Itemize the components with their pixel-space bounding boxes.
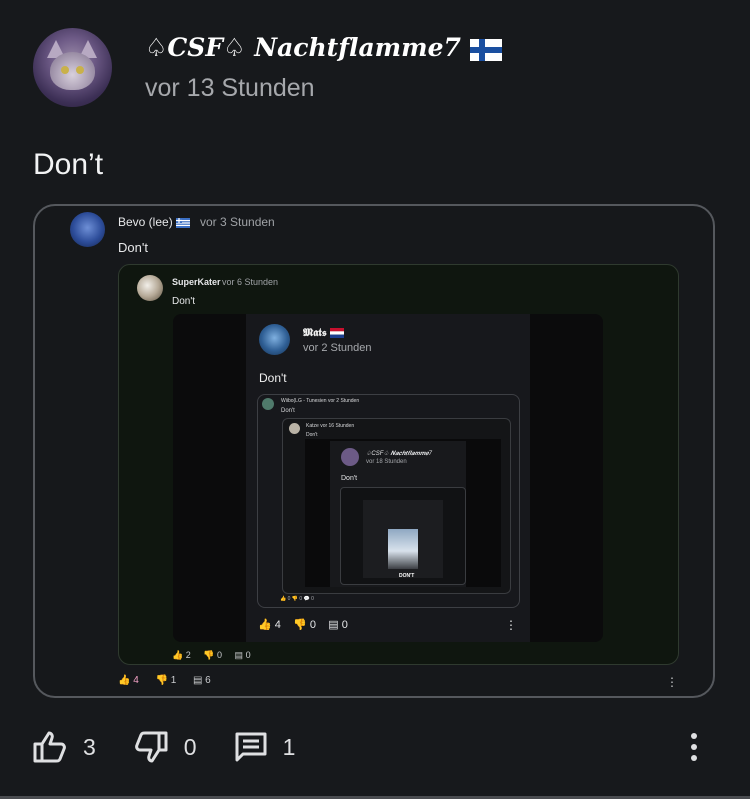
screenshot-deep-header: Katze vor 16 Stunden — [306, 423, 354, 429]
author-name-row[interactable]: ♤CSF♤ 𝑵𝒂𝒄𝒉𝒕𝒇𝒍𝒂𝒎𝒎𝒆7 — [145, 33, 502, 62]
embedded-action-row: 👍 4 👎 1 ▤ 6 — [118, 675, 211, 686]
nested-timestamp: vor 6 Stunden — [222, 277, 279, 287]
screenshot-deep-text: Don't — [306, 432, 318, 438]
screenshot-actions: 👍 4 👎 0 ▤ 0 — [258, 618, 348, 631]
nested-comment-count: 0 — [245, 650, 251, 660]
screenshot-nested-author: Wiibo(LG - Tunesien — [281, 398, 327, 404]
embedded-timestamp: vor 3 Stunden — [200, 215, 275, 229]
embedded-comment-count: 6 — [205, 675, 211, 686]
embedded-dislike-count: 1 — [170, 675, 177, 686]
author-name[interactable]: ♤CSF♤ 𝑵𝒂𝒄𝒉𝒕𝒇𝒍𝒂𝒎𝒎𝒆7 — [145, 33, 461, 62]
more-dot — [691, 733, 697, 739]
more-dot — [691, 744, 697, 750]
more-vert-icon[interactable]: ⋮ — [666, 675, 678, 689]
screenshot-deep-frame-text: Don't — [341, 475, 358, 482]
embedded-like-count: 4 — [133, 675, 139, 686]
thumbs-down-icon: 👎 — [293, 619, 307, 631]
embedded-author-avatar[interactable] — [70, 212, 105, 247]
screenshot-author-name: 𝕸𝖆𝖙𝖘 — [303, 326, 327, 339]
screenshot-deep-frame-avatar — [341, 448, 359, 466]
comment-icon[interactable]: ▤ — [235, 650, 244, 660]
nested-text: Don't — [172, 296, 196, 307]
comments-button[interactable]: 1 — [235, 732, 296, 762]
nested-dislike-count: 0 — [217, 650, 223, 660]
screenshot-timestamp: vor 2 Stunden — [303, 342, 372, 354]
screenshot-deep-frame-time: vor 18 Stunden — [366, 459, 407, 465]
thumbs-up-icon[interactable]: 👍 — [172, 650, 183, 660]
like-count: 3 — [83, 733, 96, 760]
screenshot-author-row: 𝕸𝖆𝖙𝖘 — [303, 326, 345, 340]
thumbs-down-icon[interactable]: 👎 — [155, 675, 167, 686]
post-text: Don’t — [33, 148, 104, 181]
more-dot — [691, 755, 697, 761]
screenshot-nested-text: Don't — [281, 408, 295, 414]
post-timestamp: vor 13 Stunden — [145, 74, 315, 102]
screenshot-deep-avatar — [289, 423, 300, 434]
netherlands-flag-icon — [330, 328, 345, 338]
thumbs-up-icon[interactable]: 👍 — [118, 675, 130, 686]
screenshot-nested-avatar — [262, 398, 274, 410]
screenshot-dislike-count: 0 — [309, 619, 317, 631]
comment-icon: ▤ — [328, 619, 339, 631]
nested-author-avatar[interactable] — [137, 275, 163, 301]
screenshot-deep-author: Katze — [306, 423, 319, 429]
thumbs-up-icon: 👍 — [258, 619, 272, 631]
embedded-author-row[interactable]: Bevo (lee) — [118, 215, 191, 229]
screenshot-like-count: 4 — [274, 619, 281, 631]
screenshot-text: Don't — [259, 371, 287, 385]
screenshot-nested-time: vor 2 Stunden — [327, 398, 360, 404]
comment-icon[interactable]: ▤ — [193, 675, 202, 686]
screenshot-nested-header: Wiibo(LG - Tunesien vor 2 Stunden — [281, 398, 359, 404]
like-button[interactable]: 3 — [33, 731, 96, 763]
screenshot-deepest-photo — [388, 529, 418, 569]
screenshot-deep-time: vor 16 Stunden — [320, 423, 355, 429]
screenshot-comment-count: 0 — [341, 619, 348, 631]
finland-flag-icon — [469, 38, 502, 61]
nested-action-row: 👍 2 👎 0 ▤ 0 — [172, 650, 251, 661]
greece-flag-icon — [176, 217, 191, 228]
dislike-count: 0 — [183, 733, 197, 760]
cat-eye — [61, 66, 69, 74]
screenshot-deepest-caption: DON'T — [399, 573, 415, 579]
dislike-button[interactable]: 0 — [134, 731, 197, 763]
nested-author-name[interactable]: SuperKater — [172, 277, 221, 287]
comment-count: 1 — [282, 733, 296, 760]
thumbs-down-icon[interactable]: 👎 — [203, 650, 214, 660]
embedded-author-name[interactable]: Bevo (lee) — [118, 215, 173, 229]
screenshot-author-avatar — [259, 324, 290, 355]
screenshot-deep-frame-author: ♤CSF♤ 𝑵𝒂𝒄𝒉𝒕𝒇𝒍𝒂𝒎𝒎𝒆7 — [366, 451, 432, 457]
author-avatar[interactable] — [33, 28, 112, 107]
embedded-text: Don't — [118, 240, 148, 255]
cat-face — [50, 52, 95, 90]
screenshot-nested-actions: 👍 0 👎 0 💬 0 — [280, 596, 314, 602]
post-action-bar: 3 0 1 — [33, 730, 333, 764]
cat-eye — [76, 66, 84, 74]
nested-like-count: 2 — [185, 650, 191, 660]
screenshot-more-icon: ⋮ — [505, 618, 517, 632]
thumbs-up-icon — [33, 731, 66, 763]
thumbs-down-icon — [134, 731, 168, 763]
more-vert-icon[interactable] — [686, 733, 702, 763]
comment-icon — [235, 732, 267, 762]
